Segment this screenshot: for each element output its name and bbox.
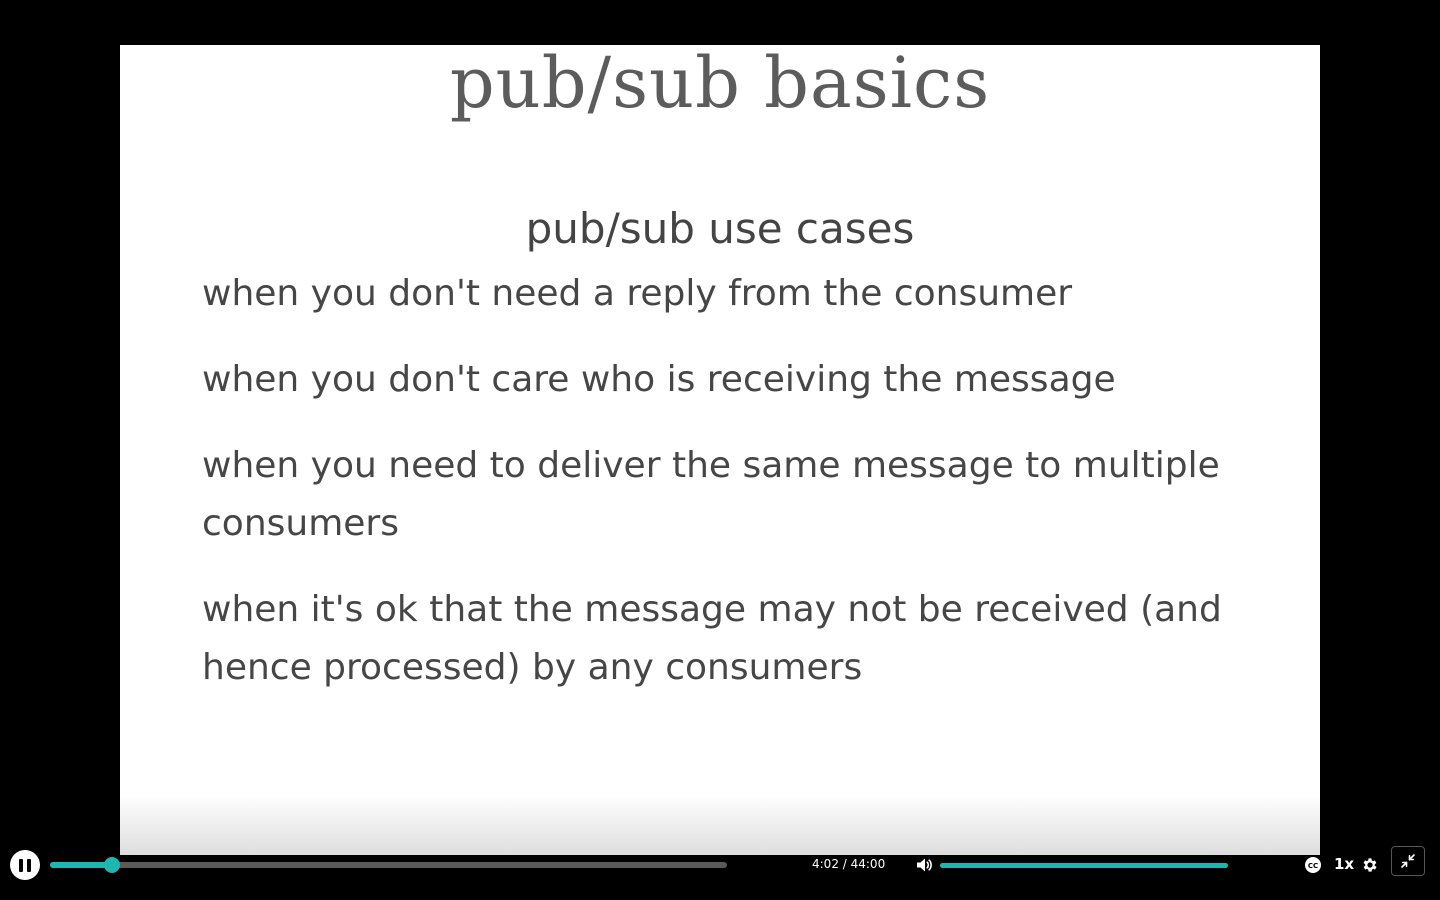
exit-fullscreen-icon [1401, 854, 1415, 868]
video-player: pub/sub basics pub/sub use cases when yo… [0, 0, 1440, 900]
pause-icon [19, 858, 23, 872]
volume-level [940, 863, 1228, 868]
slide-bullet: when you need to deliver the same messag… [202, 445, 1220, 544]
slide-bullet: when you don't care who is receiving the… [202, 359, 1116, 400]
video-frame[interactable]: pub/sub basics pub/sub use cases when yo… [120, 45, 1320, 855]
seek-handle[interactable] [104, 857, 121, 873]
gear-icon[interactable] [1361, 856, 1379, 874]
closed-captions-icon[interactable]: CC [1304, 856, 1322, 874]
svg-text:CC: CC [1308, 862, 1318, 870]
slide-bullet-list: when you don't need a reply from the con… [202, 265, 1282, 725]
volume-slider[interactable] [940, 863, 1228, 868]
seek-bar[interactable] [50, 857, 727, 873]
seek-bar-played [50, 862, 113, 868]
slide-bullet: when it's ok that the message may not be… [202, 589, 1222, 688]
slide-title: pub/sub basics [449, 45, 991, 124]
slide-subtitle: pub/sub use cases [525, 204, 915, 253]
exit-fullscreen-button[interactable] [1391, 846, 1425, 876]
volume-icon[interactable] [914, 855, 934, 875]
playback-speed-button[interactable]: 1x [1334, 855, 1354, 873]
slide-bullet: when you don't need a reply from the con… [202, 273, 1073, 314]
pause-button[interactable] [10, 850, 40, 880]
time-display: 4:02 / 44:00 [812, 857, 886, 871]
player-controls-bar: 4:02 / 44:00 CC 1x [0, 845, 1440, 885]
